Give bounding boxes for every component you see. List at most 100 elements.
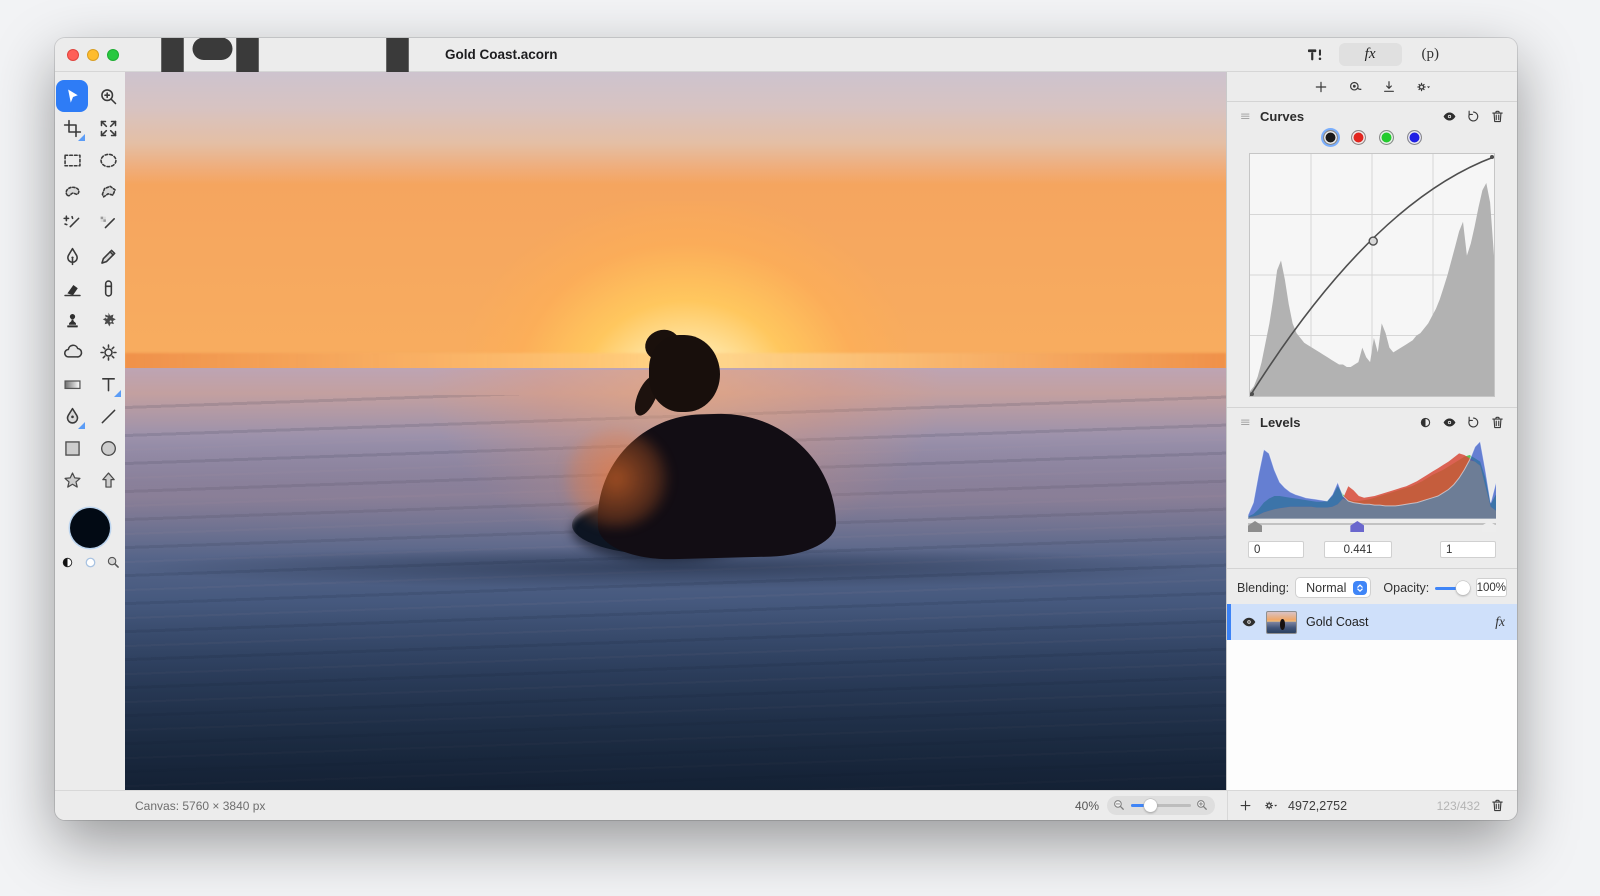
trash-icon[interactable] — [1490, 798, 1505, 813]
minimize-button[interactable] — [87, 49, 99, 61]
drag-grip-icon[interactable] — [1239, 109, 1254, 124]
move-tool[interactable] — [56, 80, 88, 112]
channel-green-button[interactable] — [1379, 130, 1394, 145]
layer-visibility-icon[interactable] — [1241, 614, 1257, 630]
blending-mode-value: Normal — [1306, 581, 1346, 595]
levels-low-field[interactable]: 0 — [1248, 541, 1304, 558]
gear-menu-icon[interactable] — [1263, 798, 1278, 813]
clone-stamp-tool[interactable] — [56, 304, 88, 336]
levels-header: Levels — [1227, 408, 1517, 433]
rect-select-tool[interactable] — [56, 144, 88, 176]
curves-header: Curves — [1227, 102, 1517, 127]
lasso-tool[interactable] — [56, 176, 88, 208]
title-bar[interactable]: Gold Coast.acorn fx (p) — [55, 38, 1517, 72]
dodge-burn-tool[interactable] — [92, 336, 124, 368]
photo-lens-flare — [561, 428, 671, 529]
contrast-icon[interactable] — [1418, 415, 1433, 430]
blending-mode-select[interactable]: Normal — [1295, 577, 1371, 598]
levels-mid-field[interactable]: 0.441 — [1324, 541, 1392, 558]
resize-tool[interactable] — [92, 112, 124, 144]
gradient-tool[interactable] — [56, 368, 88, 400]
hammer-alert-icon[interactable] — [1303, 46, 1325, 64]
levels-title: Levels — [1260, 415, 1300, 430]
smudge-tool[interactable] — [92, 304, 124, 336]
selection-counter: 123/432 — [1437, 799, 1480, 813]
window-title: Gold Coast.acorn — [445, 47, 558, 62]
levels-slider — [1248, 521, 1496, 535]
layer-name: Gold Coast — [1306, 615, 1369, 629]
gear-menu-icon[interactable] — [1415, 79, 1431, 95]
zoom-out-icon[interactable] — [1112, 798, 1127, 813]
photo-foreground — [125, 603, 1226, 790]
trash-icon[interactable] — [1490, 109, 1505, 124]
magic-wand-tool[interactable] — [56, 208, 88, 240]
layer-row[interactable]: Gold Coast fx — [1227, 604, 1517, 640]
color-well[interactable] — [70, 508, 110, 548]
star-shape-tool[interactable] — [56, 464, 88, 496]
brush-tool[interactable] — [56, 240, 88, 272]
layer-thumbnail — [1266, 611, 1297, 634]
zoom-in-icon[interactable] — [1195, 798, 1210, 813]
ellipse-shape-tool[interactable] — [92, 432, 124, 464]
channel-composite-button[interactable] — [1323, 130, 1338, 145]
smart-filter-icon[interactable] — [1347, 79, 1363, 95]
add-icon[interactable] — [1313, 79, 1329, 95]
fx-toggle-button[interactable]: fx — [1339, 43, 1402, 66]
add-icon[interactable] — [1238, 798, 1253, 813]
levels-fields: 0 0.441 1 — [1248, 541, 1496, 559]
opacity-field[interactable]: 100% — [1476, 578, 1507, 597]
bezier-pen-tool[interactable] — [56, 400, 88, 432]
status-bar: Canvas: 5760 × 3840 px 40% 4972,2752 123… — [55, 790, 1517, 820]
curves-title: Curves — [1260, 109, 1304, 124]
p-toggle-button[interactable]: (p) — [1416, 43, 1446, 66]
opacity-label: Opacity: — [1383, 581, 1429, 595]
ellipse-select-tool[interactable] — [92, 144, 124, 176]
close-button[interactable] — [67, 49, 79, 61]
zoom-control — [1107, 796, 1215, 815]
canvas[interactable] — [125, 72, 1226, 790]
curves-channel-selector — [1227, 127, 1517, 151]
tool-palette — [55, 72, 125, 790]
zoom-slider[interactable] — [1131, 804, 1191, 807]
loupe-icon[interactable] — [105, 554, 122, 571]
layer-fx-badge[interactable]: fx — [1495, 614, 1505, 630]
desktop: Gold Coast.acorn fx (p) — [0, 0, 1600, 896]
opacity-slider[interactable] — [1435, 581, 1469, 595]
levels-histogram — [1248, 437, 1496, 519]
text-tool[interactable] — [92, 368, 124, 400]
channel-blue-button[interactable] — [1407, 130, 1422, 145]
stepper-icon — [1353, 581, 1367, 595]
channel-red-button[interactable] — [1351, 130, 1366, 145]
pencil-tool[interactable] — [92, 240, 124, 272]
rect-shape-tool[interactable] — [56, 432, 88, 464]
eraser-tool[interactable] — [56, 272, 88, 304]
instant-alpha-tool[interactable] — [92, 208, 124, 240]
curves-graph[interactable] — [1249, 153, 1495, 397]
reset-icon[interactable] — [1466, 109, 1481, 124]
bw-swatches-icon[interactable] — [59, 554, 76, 571]
photo-person-head — [649, 335, 719, 413]
polygon-lasso-tool[interactable] — [92, 176, 124, 208]
zoom-percent: 40% — [1075, 799, 1099, 813]
levels-high-field[interactable]: 1 — [1440, 541, 1496, 558]
filter-toolbar — [1227, 72, 1517, 102]
trash-icon[interactable] — [1490, 415, 1505, 430]
zoom-window-button[interactable] — [107, 49, 119, 61]
reset-icon[interactable] — [1466, 415, 1481, 430]
acorn-window: Gold Coast.acorn fx (p) — [55, 38, 1517, 820]
crop-tool[interactable] — [56, 112, 88, 144]
zoom-tool[interactable] — [92, 80, 124, 112]
blending-row: Blending: Normal Opacity: 100% — [1227, 568, 1517, 604]
visibility-icon[interactable] — [1442, 415, 1457, 430]
layer-list-empty[interactable] — [1227, 640, 1517, 790]
drag-grip-icon[interactable] — [1239, 415, 1254, 430]
line-tool[interactable] — [92, 400, 124, 432]
blending-label: Blending: — [1237, 581, 1289, 595]
cloud-tool[interactable] — [56, 336, 88, 368]
color-ring-icon[interactable] — [82, 554, 99, 571]
download-icon[interactable] — [1381, 79, 1397, 95]
inspector-panel: Curves Levels — [1227, 72, 1517, 790]
visibility-icon[interactable] — [1442, 109, 1457, 124]
paint-tube-tool[interactable] — [92, 272, 124, 304]
arrow-shape-tool[interactable] — [92, 464, 124, 496]
